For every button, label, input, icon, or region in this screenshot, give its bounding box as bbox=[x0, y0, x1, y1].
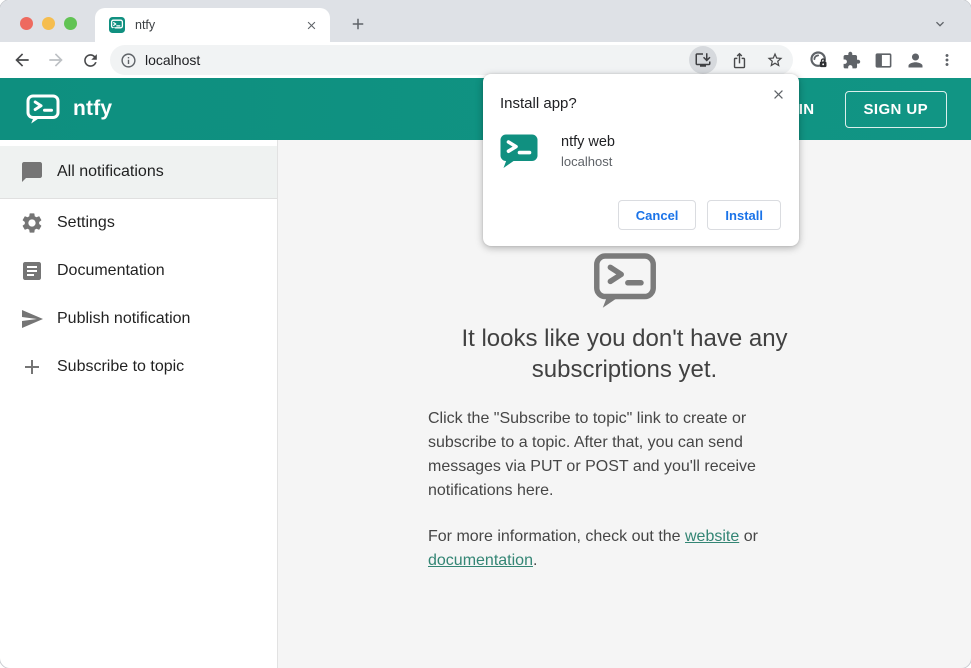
cancel-button[interactable]: Cancel bbox=[617, 200, 697, 230]
password-manager-extension-button[interactable] bbox=[805, 46, 833, 74]
sidebar: All notifications Settings Documentation… bbox=[0, 140, 278, 668]
ntfy-favicon bbox=[109, 17, 125, 33]
documentation-link[interactable]: documentation bbox=[428, 552, 533, 569]
window-zoom-icon[interactable] bbox=[64, 17, 77, 30]
dialog-app-origin: localhost bbox=[561, 154, 613, 169]
sidebar-item-publish-notification[interactable]: Publish notification bbox=[0, 295, 277, 343]
window-controls bbox=[20, 17, 77, 30]
sidebar-item-all-notifications[interactable]: All notifications bbox=[0, 146, 277, 199]
more-info-text: For more information, check out the bbox=[428, 528, 685, 546]
bookmark-star-icon bbox=[767, 52, 783, 67]
forward-arrow-icon bbox=[49, 53, 63, 67]
extensions-puzzle-icon bbox=[843, 51, 860, 68]
website-link[interactable]: website bbox=[685, 528, 739, 545]
forward-button[interactable] bbox=[42, 46, 70, 74]
tab-close-icon[interactable] bbox=[300, 14, 322, 36]
reload-icon bbox=[83, 53, 97, 67]
reload-button[interactable] bbox=[76, 46, 104, 74]
sidebar-item-settings[interactable]: Settings bbox=[0, 199, 277, 247]
browser-window: ntfy localhost ntfy IN SIGN UP All notif… bbox=[0, 0, 971, 668]
chat-icon bbox=[20, 160, 44, 184]
period-text: . bbox=[532, 552, 538, 570]
back-arrow-icon bbox=[15, 53, 29, 67]
send-icon bbox=[20, 307, 44, 331]
browser-toolbar: localhost bbox=[0, 42, 971, 78]
empty-state-paragraph: Click the "Subscribe to topic" link to c… bbox=[428, 410, 756, 500]
tab-strip: ntfy bbox=[0, 0, 971, 42]
sidebar-item-documentation[interactable]: Documentation bbox=[0, 247, 277, 295]
side-panel-button[interactable] bbox=[869, 46, 897, 74]
sidebar-item-label: Documentation bbox=[57, 262, 165, 279]
dialog-app-info: ntfy web localhost bbox=[500, 133, 615, 170]
ntfy-app-icon bbox=[500, 133, 538, 170]
password-manager-extension-icon bbox=[810, 51, 827, 68]
window-minimize-icon[interactable] bbox=[42, 17, 55, 30]
sidebar-item-label: Settings bbox=[57, 214, 115, 231]
dialog-close-button[interactable] bbox=[767, 83, 789, 105]
tab-search-button[interactable] bbox=[929, 13, 951, 35]
toolbar-extensions bbox=[805, 46, 961, 74]
install-app-button[interactable] bbox=[689, 46, 717, 74]
browser-menu-button[interactable] bbox=[933, 46, 961, 74]
article-icon bbox=[20, 259, 44, 283]
new-tab-button[interactable] bbox=[344, 10, 372, 38]
close-icon bbox=[773, 89, 783, 99]
dialog-actions: Cancel Install bbox=[617, 200, 781, 230]
menu-kebab-icon bbox=[945, 54, 949, 66]
ntfy-bubble-icon bbox=[593, 252, 657, 309]
sidebar-item-label: Publish notification bbox=[57, 310, 191, 327]
empty-state-paragraph-2: For more information, check out the webs… bbox=[428, 525, 780, 573]
sign-up-button[interactable]: SIGN UP bbox=[844, 90, 947, 128]
sidebar-item-label: Subscribe to topic bbox=[57, 358, 185, 375]
install-app-dialog: Install app? ntfy web localhost Cancel I… bbox=[483, 74, 799, 246]
window-close-icon[interactable] bbox=[20, 17, 33, 30]
gear-icon bbox=[20, 211, 44, 235]
bookmark-button[interactable] bbox=[761, 46, 789, 74]
tab-search-chevron-icon bbox=[936, 21, 944, 27]
profile-button[interactable] bbox=[901, 46, 929, 74]
browser-tab[interactable]: ntfy bbox=[95, 8, 330, 42]
side-panel-icon bbox=[875, 52, 891, 68]
app-title: ntfy bbox=[73, 97, 113, 120]
install-button[interactable]: Install bbox=[707, 200, 781, 230]
url-text: localhost bbox=[145, 52, 201, 68]
back-button[interactable] bbox=[8, 46, 36, 74]
or-text: or bbox=[739, 528, 758, 546]
empty-state-heading: It looks like you don't have any subscri… bbox=[461, 325, 788, 384]
share-button[interactable] bbox=[725, 46, 753, 74]
install-app-icon bbox=[695, 53, 711, 67]
dialog-app-name: ntfy web bbox=[561, 134, 615, 150]
sidebar-item-subscribe-to-topic[interactable]: Subscribe to topic bbox=[0, 343, 277, 391]
share-icon bbox=[733, 52, 745, 68]
tab-title: ntfy bbox=[135, 18, 156, 32]
dialog-title: Install app? bbox=[500, 95, 577, 112]
info-icon bbox=[121, 52, 136, 68]
sidebar-item-label: All notifications bbox=[57, 163, 164, 180]
ntfy-logo-icon bbox=[26, 94, 60, 124]
profile-avatar-icon bbox=[908, 53, 922, 67]
plus-icon bbox=[20, 355, 44, 379]
new-tab-icon bbox=[352, 18, 364, 30]
extensions-button[interactable] bbox=[837, 46, 865, 74]
address-bar[interactable]: localhost bbox=[110, 45, 793, 75]
